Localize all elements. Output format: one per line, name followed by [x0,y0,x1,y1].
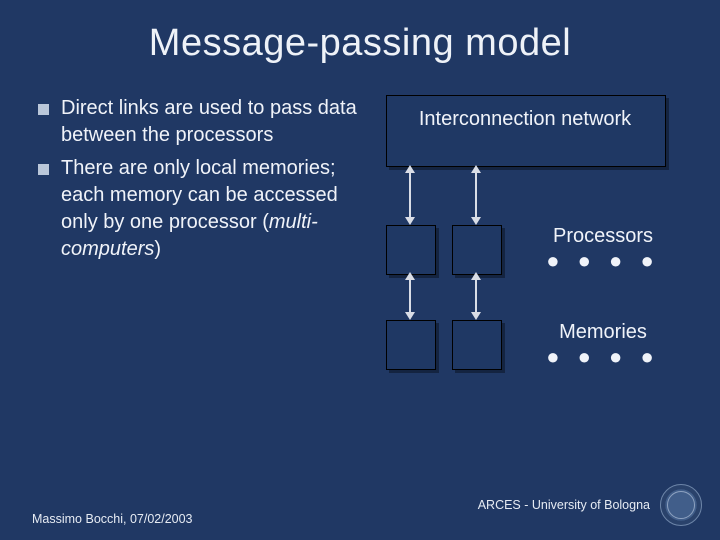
interconnection-network-box [386,95,666,167]
label-text: Interconnection network [419,108,631,130]
footer: Massimo Bocchi, 07/02/2003 ARCES - Unive… [0,484,720,526]
bullet-text-post: ) [154,238,161,260]
processor-box [452,225,502,275]
processors-label: Processors ● ● ● ● [528,225,678,274]
bullet-list: Direct links are used to pass data betwe… [38,95,368,415]
content-row: Direct links are used to pass data betwe… [0,65,720,415]
slide-title: Message-passing model [0,0,720,65]
footer-author-date: Massimo Bocchi, 07/02/2003 [32,512,193,526]
processor-box [386,225,436,275]
bullet-text: There are only local memories; each memo… [61,155,368,263]
list-item: There are only local memories; each memo… [38,155,368,263]
footer-affiliation: ARCES - University of Bologna [478,498,650,512]
arrow-net-proc [409,171,411,219]
label-text: Memories [528,321,678,344]
arrow-net-proc [475,171,477,219]
university-seal-icon [660,484,702,526]
memories-label: Memories ● ● ● ● [528,321,678,370]
label-text: Processors [528,225,678,248]
square-bullet-icon [38,104,49,115]
footer-right: ARCES - University of Bologna [478,484,702,526]
arrow-proc-mem [475,278,477,314]
ellipsis-dots: ● ● ● ● [528,344,678,370]
memory-box [452,320,502,370]
network-label: Interconnection network [386,107,664,131]
list-item: Direct links are used to pass data betwe… [38,95,368,149]
bullet-text: Direct links are used to pass data betwe… [61,95,368,149]
memory-box [386,320,436,370]
arrow-proc-mem [409,278,411,314]
ellipsis-dots: ● ● ● ● [528,248,678,274]
square-bullet-icon [38,164,49,175]
diagram: Interconnection network Processors ● ● ●… [368,95,692,415]
